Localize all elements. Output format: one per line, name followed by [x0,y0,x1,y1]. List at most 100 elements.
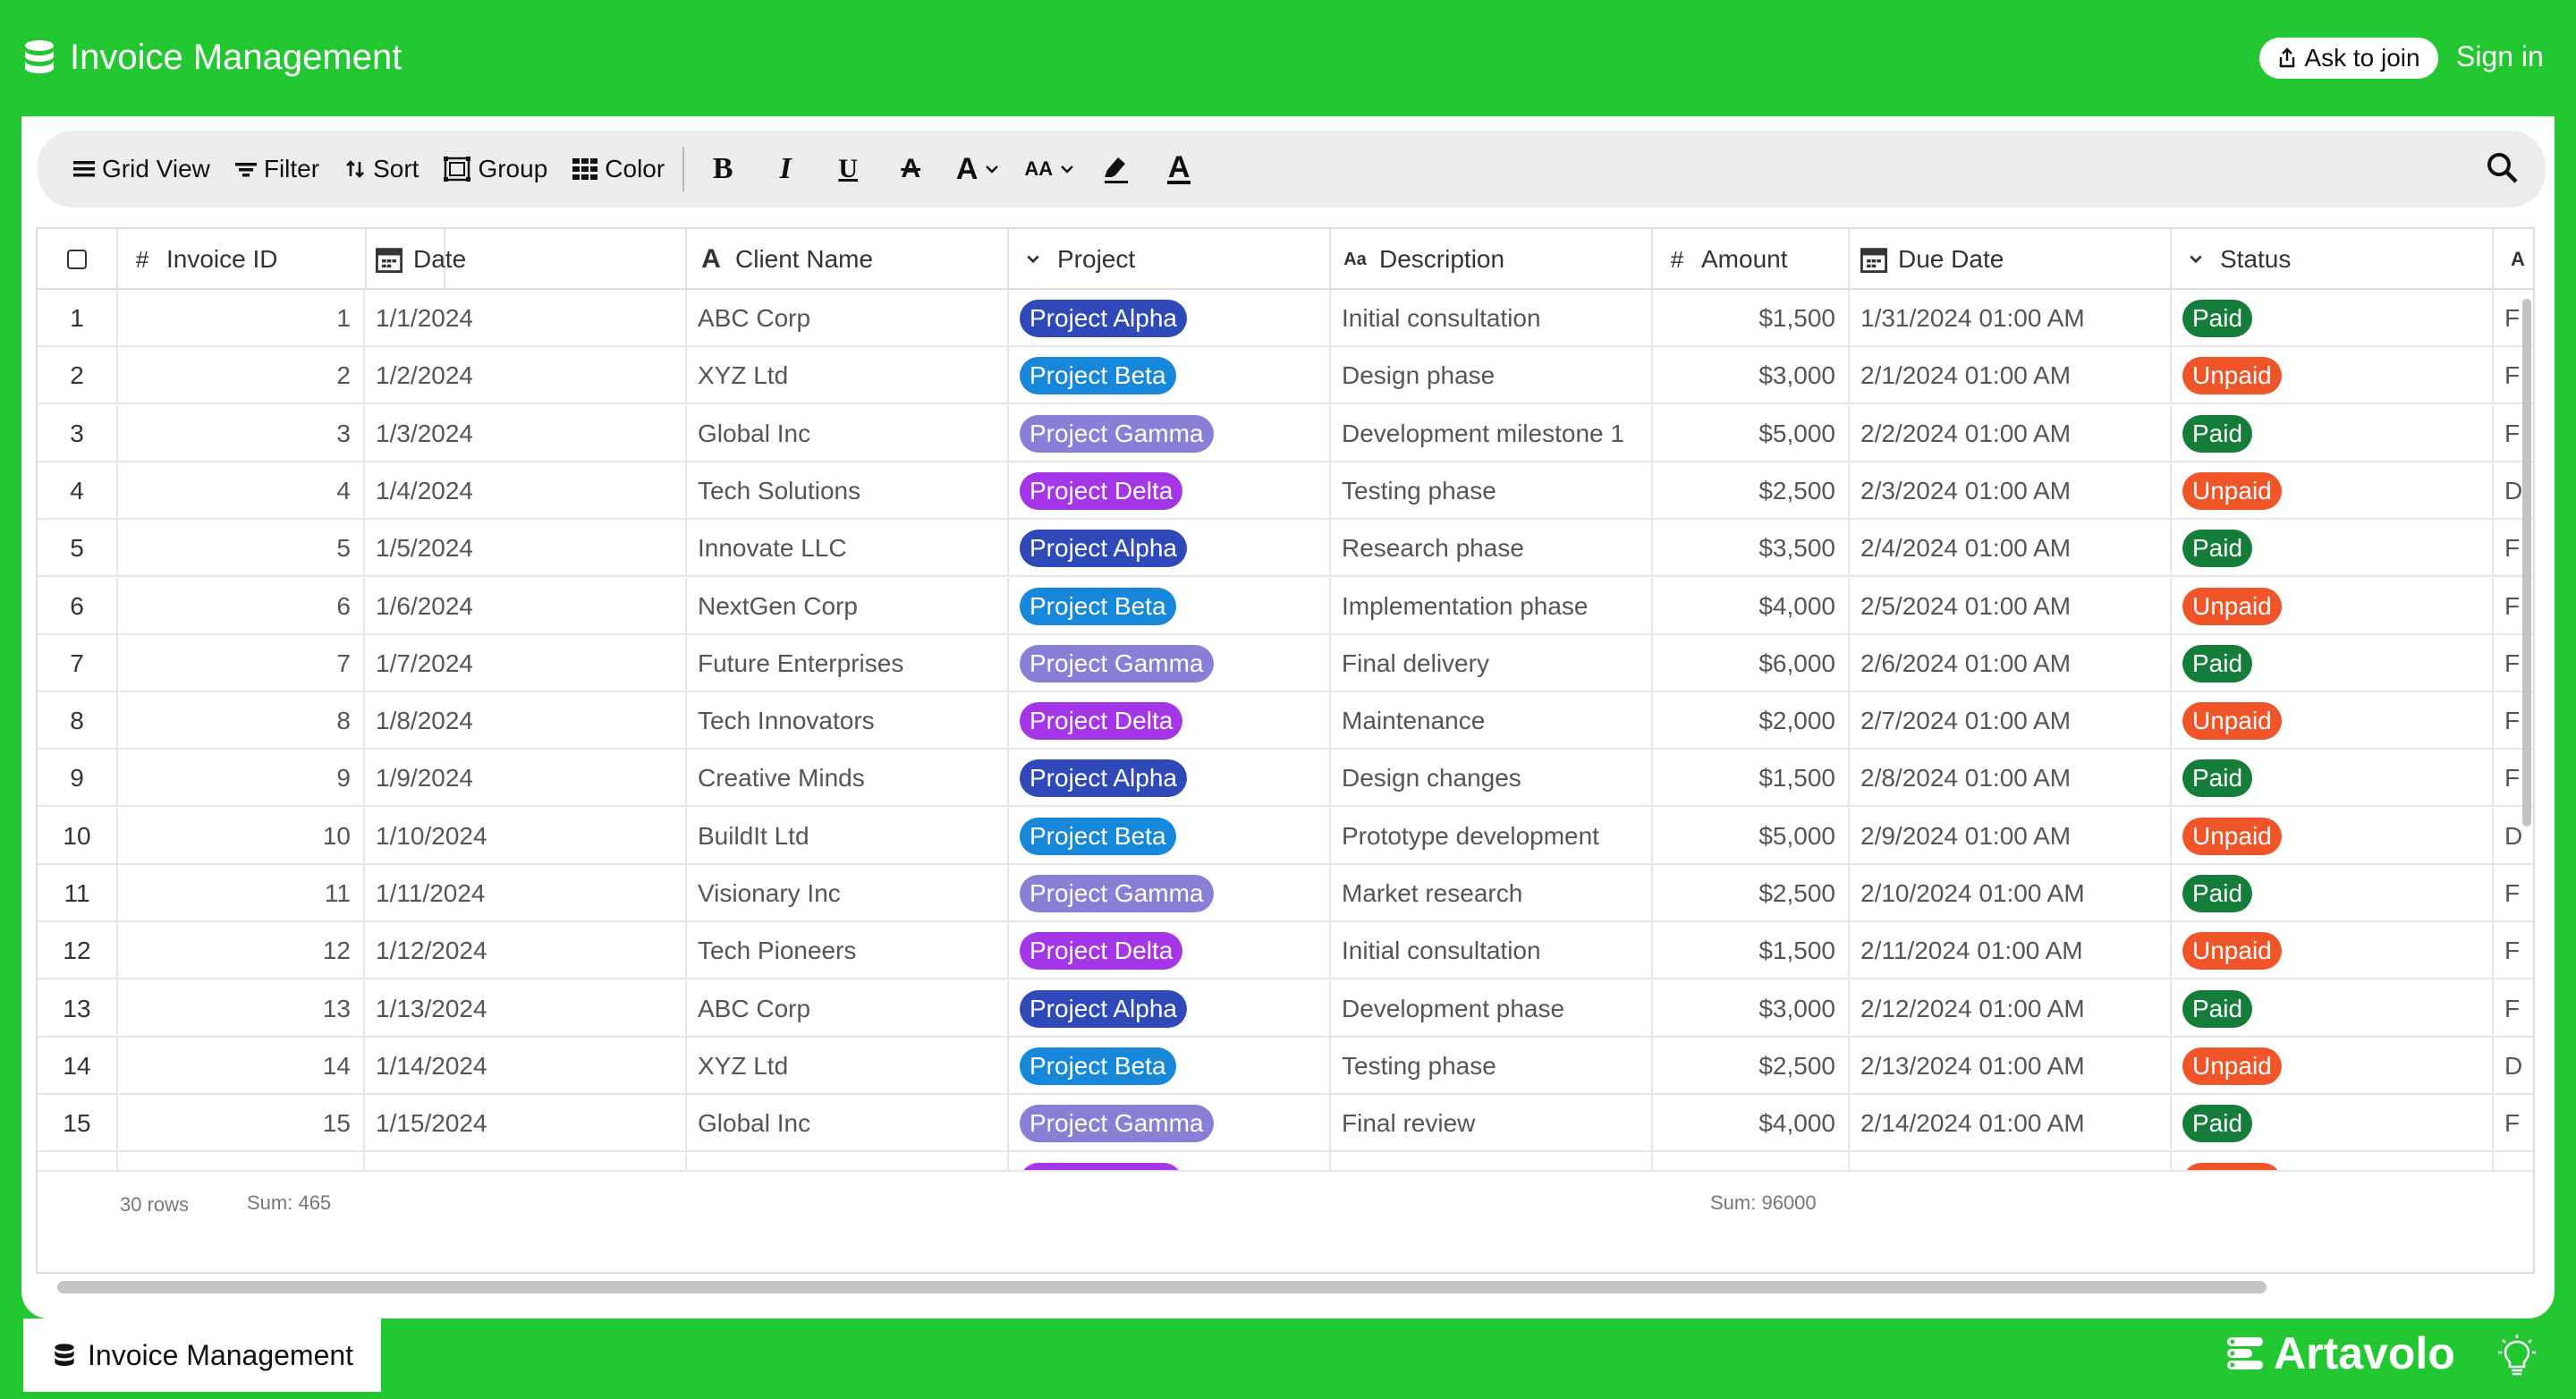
overflow-cell[interactable]: F [2494,1095,2533,1152]
amount-cell[interactable]: $5,000 [1653,807,1850,865]
client-name-cell[interactable]: ABC Corp [687,290,1009,347]
client-name-cell[interactable]: Global Inc [687,404,1009,462]
amount-cell[interactable]: $4,000 [1653,577,1850,635]
description-cell[interactable]: Prototype development [1331,807,1653,865]
description-cell[interactable]: Market research [1331,865,1653,922]
date-cell[interactable]: 1/13/2024 [365,979,687,1038]
project-cell[interactable]: Project Beta [1009,577,1331,635]
project-cell[interactable]: Project Alpha [1009,750,1331,808]
client-name-cell[interactable]: Global Inc [687,1095,1009,1153]
sheet-tab[interactable]: Invoice Management [23,1318,381,1392]
description-cell[interactable]: Implementation phase [1331,577,1653,635]
amount-cell[interactable]: $3,500 [1653,520,1850,578]
group-button[interactable]: Group [435,142,556,196]
project-cell[interactable]: Project Gamma [1009,404,1331,462]
table-row[interactable]: 7 7 1/7/2024 Future Enterprises Project Gamm… [38,634,2533,692]
due-date-cell[interactable]: 2/13/2024 01:00 AM [1850,1037,2172,1095]
invoice-id-cell[interactable]: 6 [118,577,365,635]
text-color-button[interactable]: A [1148,142,1210,196]
row-number-cell[interactable]: 11 [38,865,118,922]
date-cell[interactable]: 1/2/2024 [365,347,687,405]
description-cell[interactable]: Final review [1331,1095,1653,1153]
overflow-cell[interactable]: F [2494,922,2533,979]
project-cell[interactable]: Project Gamma [1009,634,1331,692]
amount-cell[interactable]: $1,500 [1653,922,1850,980]
description-cell[interactable]: Design changes [1331,750,1653,808]
amount-cell[interactable]: $4,000 [1653,1095,1850,1153]
status-cell[interactable]: Unpaid [2172,577,2494,635]
table-row[interactable]: 10 10 1/10/2024 BuildIt Ltd Project Beta Prot… [38,807,2533,865]
invoice-id-cell[interactable]: 13 [118,979,365,1038]
status-cell[interactable]: Paid [2172,520,2494,578]
date-cell[interactable]: 1/15/2024 [365,1095,687,1153]
client-name-cell[interactable]: Innovate LLC [687,520,1009,578]
highlight-button[interactable] [1085,142,1148,196]
invoice-id-cell[interactable]: 8 [118,692,365,750]
project-cell[interactable]: Project Alpha [1009,290,1331,347]
due-date-cell[interactable]: 2/1/2024 01:00 AM [1850,347,2172,405]
due-date-cell[interactable]: 1/31/2024 01:00 AM [1850,290,2172,347]
font-color-dropdown[interactable]: A [942,142,1013,196]
invoice-id-cell[interactable]: 2 [118,347,365,405]
due-date-cell[interactable]: 2/2/2024 01:00 AM [1850,404,2172,462]
date-cell[interactable]: 1/7/2024 [365,634,687,692]
table-row[interactable]: 14 14 1/14/2024 XYZ Ltd Project Beta Testing … [38,1037,2533,1095]
status-cell[interactable]: Unpaid [2172,922,2494,980]
row-number-cell[interactable]: 7 [38,634,118,692]
due-date-cell[interactable]: 2/7/2024 01:00 AM [1850,692,2172,750]
row-number-cell[interactable]: 1 [38,290,118,347]
project-cell[interactable]: Project Alpha [1009,979,1331,1038]
client-name-cell[interactable]: Visionary Inc [687,865,1009,922]
table-row[interactable]: 9 9 1/9/2024 Creative Minds Project Alpha Des… [38,750,2533,808]
row-number-cell[interactable]: 4 [38,462,118,520]
row-number-cell[interactable]: 13 [38,979,118,1038]
color-button[interactable]: Color [564,142,674,196]
grid-view-button[interactable]: Grid View [64,142,219,196]
date-cell[interactable]: 1/4/2024 [365,462,687,520]
header-amount[interactable]: # Amount [1653,229,1850,290]
date-cell[interactable]: 1/11/2024 [365,865,687,922]
client-name-cell[interactable]: XYZ Ltd [687,1037,1009,1095]
date-cell[interactable]: 1/6/2024 [365,577,687,635]
due-date-cell[interactable]: 2/8/2024 01:00 AM [1850,750,2172,808]
description-cell[interactable]: Testing phase [1331,462,1653,520]
amount-cell[interactable]: $3,000 [1653,347,1850,405]
row-number-cell[interactable]: 8 [38,692,118,750]
lightbulb-icon[interactable] [2497,1333,2537,1379]
header-overflow[interactable]: A [2494,229,2533,290]
client-name-cell[interactable]: Future Enterprises [687,634,1009,692]
status-cell[interactable]: Unpaid [2172,462,2494,520]
amount-cell[interactable]: $3,000 [1653,979,1850,1038]
client-name-cell[interactable]: NextGen Corp [687,577,1009,635]
amount-cell[interactable]: $1,500 [1653,290,1850,347]
project-cell[interactable]: Project Delta [1009,692,1331,750]
date-cell[interactable]: 1/3/2024 [365,404,687,462]
table-row[interactable]: 4 4 1/4/2024 Tech Solutions Project Delta Tes… [38,462,2533,520]
description-cell[interactable]: Development milestone 1 [1331,404,1653,462]
italic-button[interactable]: I [754,142,817,196]
invoice-id-cell[interactable]: 7 [118,634,365,692]
overflow-cell[interactable]: F [2494,865,2533,922]
due-date-cell[interactable]: 2/5/2024 01:00 AM [1850,577,2172,635]
project-cell[interactable]: Project Beta [1009,347,1331,405]
invoice-id-cell[interactable]: 4 [118,462,365,520]
brand-logo[interactable]: Artavolo [2225,1327,2455,1379]
table-row[interactable]: 12 12 1/12/2024 Tech Pioneers Project Delta I… [38,922,2533,980]
client-name-cell[interactable]: Tech Solutions [687,462,1009,520]
row-number-cell[interactable]: 9 [38,750,118,808]
strikethrough-button[interactable]: A [879,142,942,196]
header-project[interactable]: Project [1009,229,1331,290]
invoice-id-cell[interactable]: 10 [118,807,365,865]
row-number-cell[interactable]: 5 [38,520,118,578]
status-cell[interactable]: Unpaid [2172,807,2494,865]
table-row[interactable]: 2 2 1/2/2024 XYZ Ltd Project Beta Design phas… [38,347,2533,405]
font-size-dropdown[interactable]: AA [1013,142,1085,196]
sort-button[interactable]: Sort [335,142,428,196]
select-all-checkbox[interactable] [67,250,87,269]
due-date-cell[interactable]: 2/6/2024 01:00 AM [1850,634,2172,692]
due-date-cell[interactable]: 2/14/2024 01:00 AM [1850,1095,2172,1153]
status-cell[interactable]: Paid [2172,404,2494,462]
date-cell[interactable]: 1/8/2024 [365,692,687,750]
client-name-cell[interactable]: Tech Innovators [687,692,1009,750]
due-date-cell[interactable]: 2/9/2024 01:00 AM [1850,807,2172,865]
